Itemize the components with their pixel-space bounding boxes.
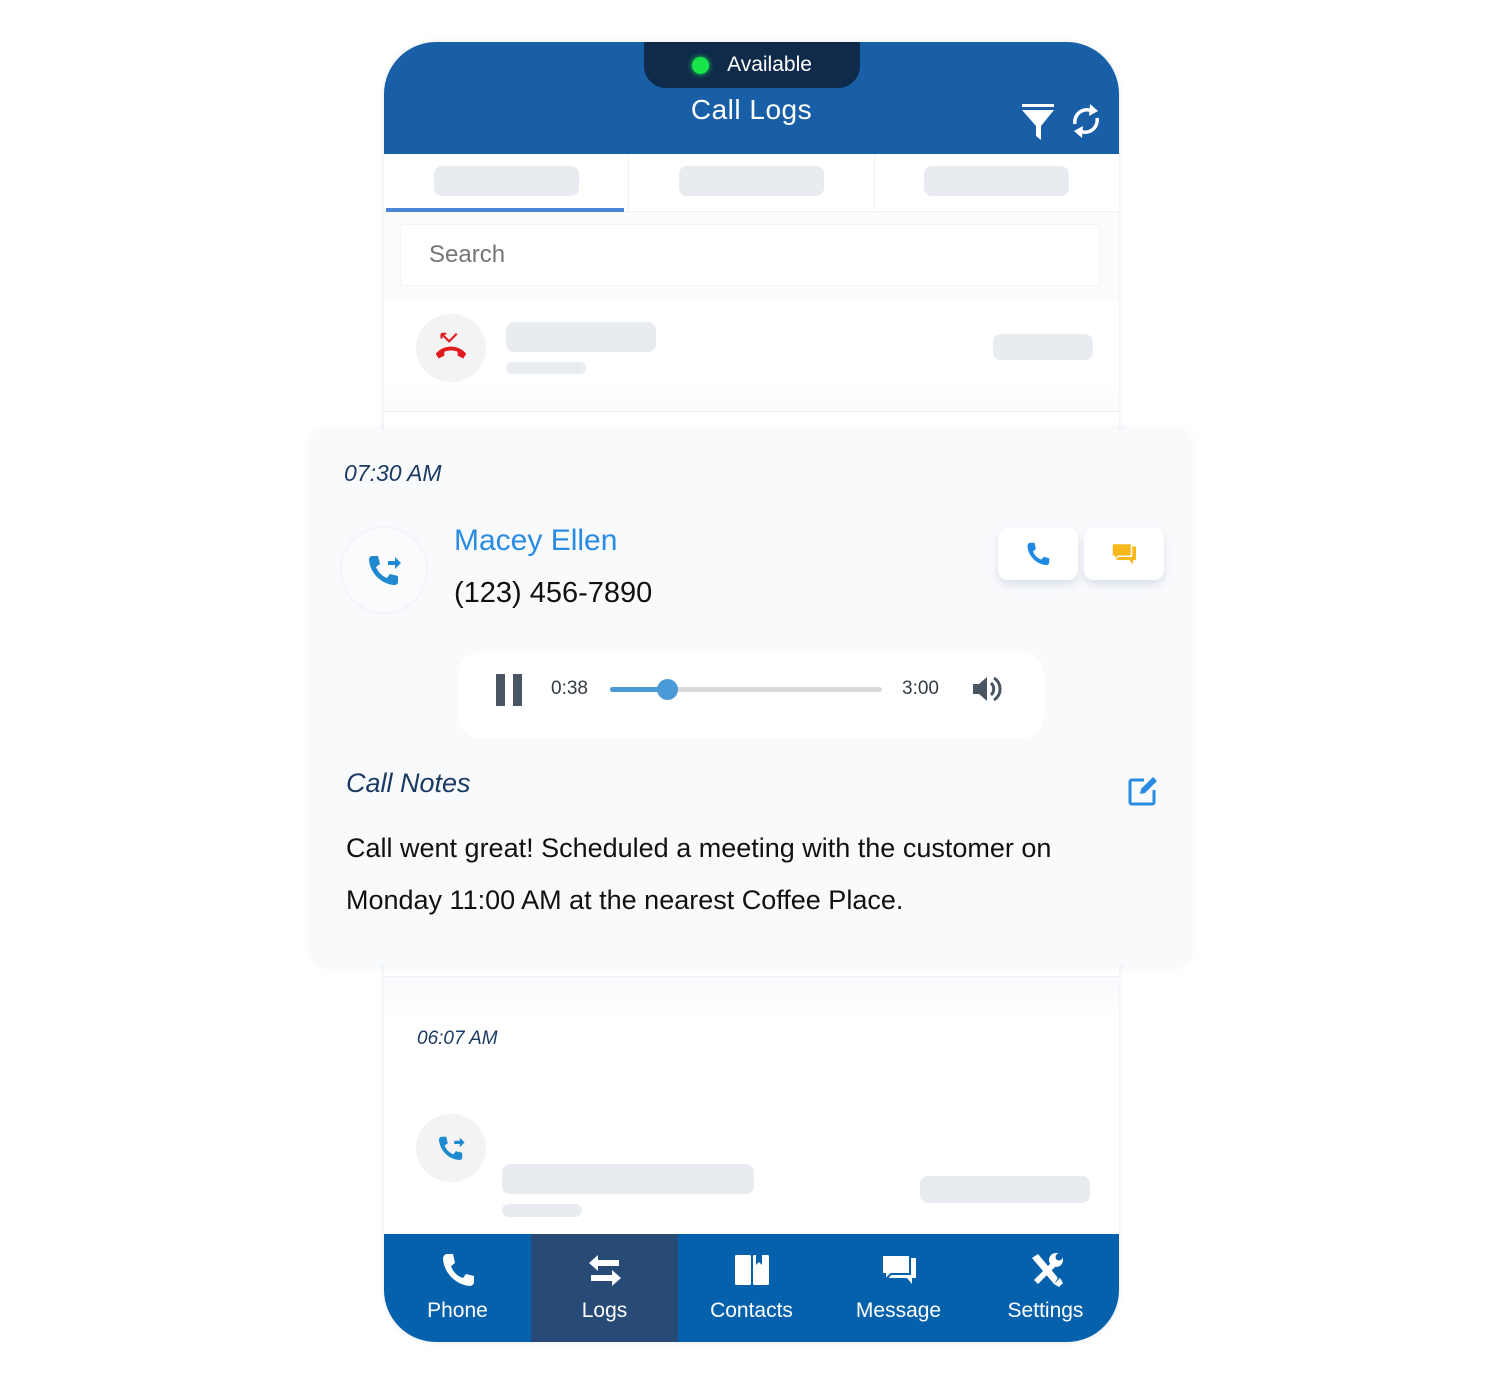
nav-settings[interactable]: Settings [972,1234,1119,1342]
tab-1[interactable] [384,154,630,212]
time-placeholder [920,1176,1090,1203]
current-time: 0:38 [551,678,588,699]
call-type-badge [416,1114,486,1182]
availability-status[interactable]: Available [644,42,860,88]
tab-label-placeholder [433,165,579,196]
seek-thumb[interactable] [657,679,679,700]
pause-bar [496,674,505,706]
call-notes-heading: Call Notes [346,768,471,798]
phone-icon [1027,542,1050,566]
seek-slider[interactable] [610,679,882,700]
nav-label: Message [855,1299,942,1322]
phone-icon [442,1254,474,1286]
outgoing-call-icon [369,556,401,585]
tab-3[interactable] [874,154,1119,212]
time-placeholder [993,334,1093,360]
row-divider [384,976,1119,1018]
nav-label: Phone [427,1299,488,1322]
pause-bar [513,674,522,706]
name-placeholder [502,1164,754,1194]
tab-label-placeholder [678,165,824,196]
recording-player: 0:38 3:00 [458,652,1044,738]
page-title: Call Logs [690,94,813,125]
number-placeholder [506,362,586,374]
log-time: 07:30 AM [344,460,442,486]
nav-contacts[interactable]: Contacts [678,1234,825,1342]
refresh-icon[interactable] [1066,100,1106,142]
message-icon [880,1254,916,1284]
contact-name-link[interactable]: Macey Ellen [454,524,617,558]
search-bar [384,212,1119,300]
tools-icon [1031,1253,1063,1287]
edit-notes-icon[interactable] [1126,774,1160,808]
chat-icon [1111,542,1136,565]
missed-call-icon [435,332,467,359]
call-button[interactable] [998,528,1078,580]
volume-icon[interactable] [970,672,1004,706]
nav-label: Logs [581,1299,628,1322]
pause-button[interactable] [496,674,522,706]
tab-2[interactable] [629,154,875,212]
nav-message[interactable]: Message [825,1234,972,1342]
call-type-badge [342,528,426,612]
expanded-log-card: 07:30 AM Macey Ellen (123) 456-7890 0:38 [312,430,1190,965]
filter-icon[interactable] [1018,100,1058,142]
nav-label: Settings [1007,1299,1084,1322]
status-dot-icon [692,56,710,74]
filter-tabs [384,154,1119,212]
transfer-arrows-icon [588,1255,621,1286]
app-header: Available Call Logs [384,42,1119,154]
total-duration: 3:00 [902,678,939,699]
bottom-navigation: Phone Logs Contacts Message Settings [384,1234,1119,1342]
tab-label-placeholder [924,165,1070,196]
message-button[interactable] [1084,528,1164,580]
contacts-book-icon [734,1255,769,1285]
nav-logs[interactable]: Logs [531,1234,678,1342]
log-time: 06:07 AM [417,1028,498,1049]
nav-label: Contacts [710,1299,793,1322]
call-notes-text: Call went great! Scheduled a meeting wit… [346,833,1052,915]
call-type-badge [416,314,486,382]
contact-phone-number: (123) 456-7890 [454,577,653,609]
log-item[interactable] [384,300,1119,412]
log-item[interactable]: 06:07 AM [384,976,1119,1234]
nav-phone[interactable]: Phone [384,1234,531,1342]
name-placeholder [506,322,656,352]
search-input[interactable] [400,224,1100,286]
status-label: Available [727,53,812,76]
outgoing-call-icon [439,1136,465,1160]
number-placeholder [502,1204,582,1217]
quick-actions [998,528,1164,580]
